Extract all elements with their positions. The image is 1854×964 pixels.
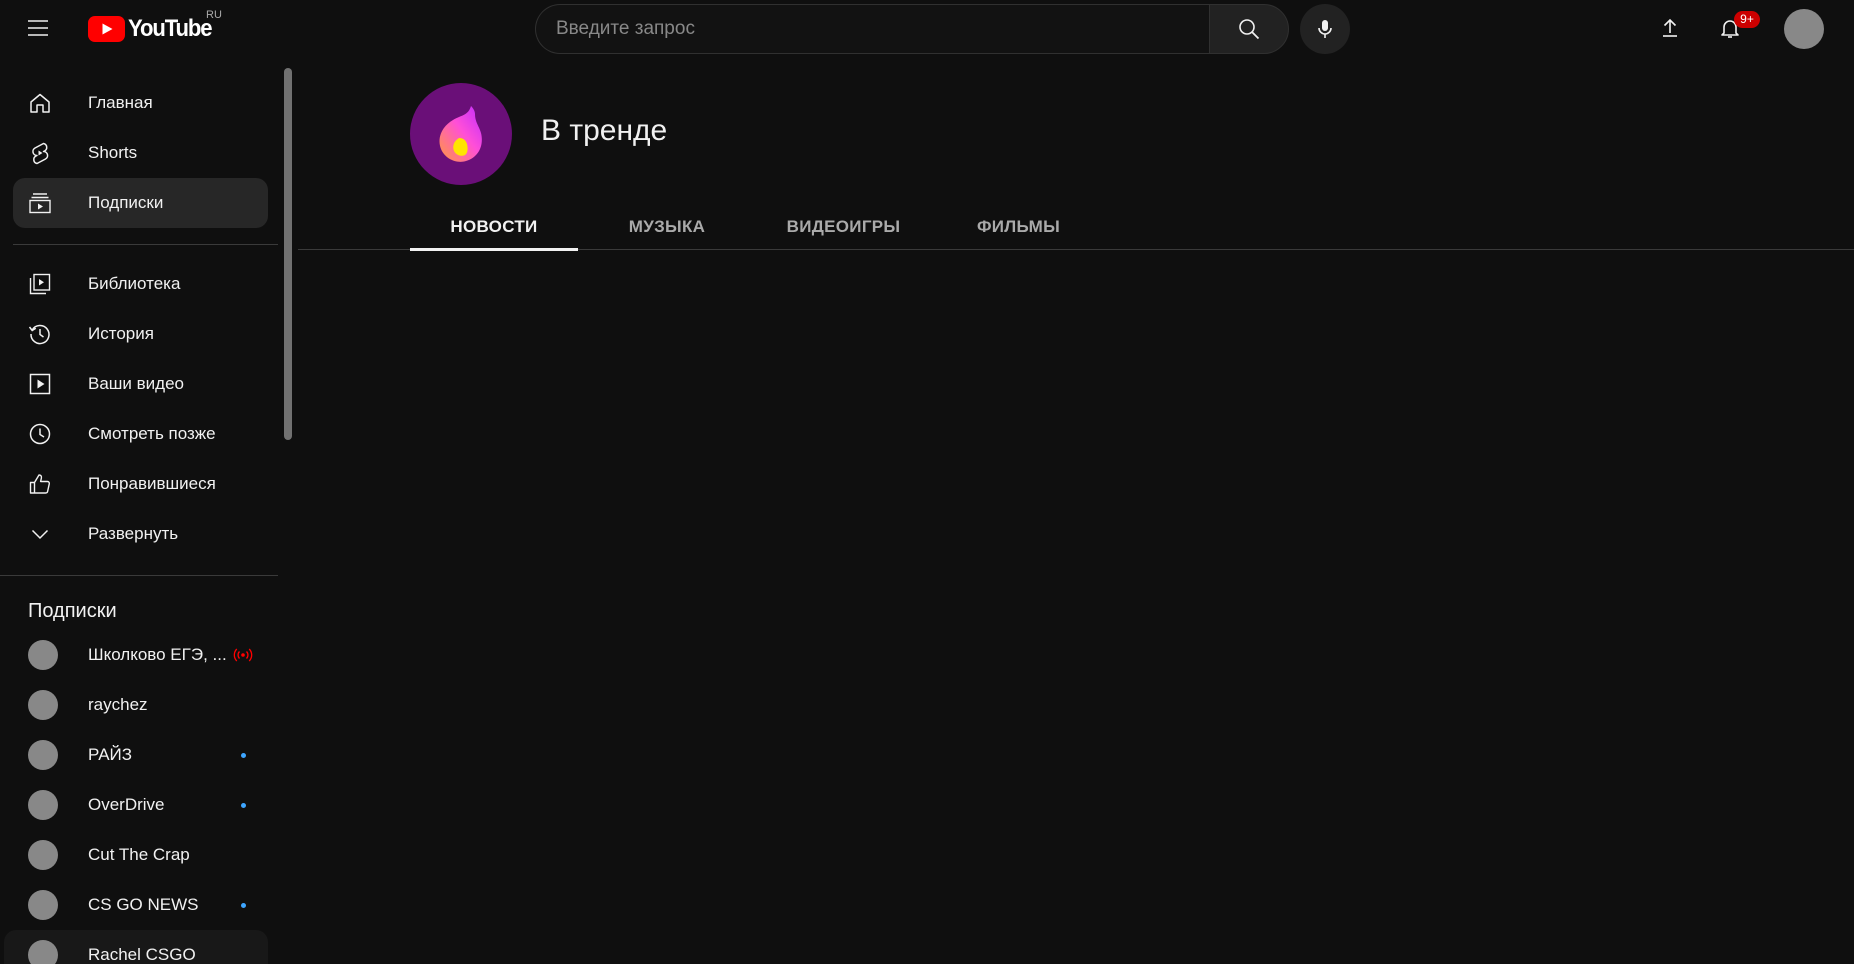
subscription-item[interactable]: OverDrive bbox=[13, 780, 268, 830]
sidebar-item-label: История bbox=[88, 324, 154, 343]
new-content-dot bbox=[241, 903, 246, 908]
sidebar-item-subscriptions[interactable]: Подписки bbox=[13, 178, 268, 228]
sidebar-divider bbox=[0, 575, 278, 576]
sidebar-item-liked[interactable]: Понравившиеся bbox=[13, 459, 268, 509]
category-tabs: НОВОСТИ МУЗЫКА ВИДЕОИГРЫ ФИЛЬМЫ bbox=[298, 204, 1854, 251]
upload-button[interactable] bbox=[1646, 8, 1694, 48]
sidebar-item-label: Понравившиеся bbox=[88, 474, 216, 493]
tab-label: ФИЛЬМЫ bbox=[976, 216, 1061, 236]
notifications-button[interactable]: 9+ bbox=[1706, 8, 1760, 48]
sidebar-item-label: Подписки bbox=[88, 193, 164, 212]
channel-avatar bbox=[28, 640, 58, 670]
channel-avatar bbox=[28, 790, 58, 820]
channel-avatar bbox=[28, 890, 58, 920]
youtube-play-logo-icon bbox=[88, 16, 125, 42]
sidebar-item-your-videos[interactable]: Ваши видео bbox=[13, 359, 268, 409]
sidebar-item-home[interactable]: Главная bbox=[13, 78, 268, 128]
subscription-item[interactable]: raychez bbox=[13, 680, 268, 730]
watch-later-icon bbox=[28, 422, 52, 446]
channel-name: Rachel CSGO bbox=[88, 945, 196, 964]
account-avatar[interactable] bbox=[1784, 9, 1824, 49]
masthead: YouTube RU 9+ bbox=[0, 0, 1854, 56]
subscriptions-heading: Подписки bbox=[28, 600, 117, 622]
sidebar: Главная Shorts Подписки Библиотека Истор… bbox=[0, 56, 280, 964]
subscription-item[interactable]: Rachel CSGO bbox=[4, 930, 268, 964]
channel-name: Школково ЕГЭ, ... bbox=[88, 645, 227, 664]
new-content-dot bbox=[241, 753, 246, 758]
search-button[interactable] bbox=[1209, 4, 1289, 54]
youtube-logo[interactable]: YouTube RU bbox=[88, 9, 222, 44]
upload-icon bbox=[1658, 16, 1682, 40]
live-broadcast-icon bbox=[233, 646, 253, 664]
sidebar-item-library[interactable]: Библиотека bbox=[13, 259, 268, 309]
thumbs-up-icon bbox=[28, 472, 52, 496]
sidebar-item-label: Shorts bbox=[88, 143, 138, 162]
tab-movies[interactable]: ФИЛЬМЫ bbox=[931, 204, 1106, 249]
tab-videogames[interactable]: ВИДЕОИГРЫ bbox=[756, 204, 931, 249]
sidebar-item-history[interactable]: История bbox=[13, 309, 268, 359]
shorts-icon bbox=[28, 141, 52, 165]
subscription-item[interactable]: РАЙЗ bbox=[13, 730, 268, 780]
country-code: RU bbox=[206, 9, 222, 21]
sidebar-item-shorts[interactable]: Shorts bbox=[13, 128, 268, 178]
sidebar-item-watch-later[interactable]: Смотреть позже bbox=[13, 409, 268, 459]
new-content-dot bbox=[241, 803, 246, 808]
channel-name: CS GO NEWS bbox=[88, 895, 199, 914]
sidebar-item-label: Главная bbox=[88, 93, 153, 112]
sidebar-item-label: Библиотека bbox=[88, 274, 181, 293]
sidebar-item-label: Ваши видео bbox=[88, 374, 185, 393]
notifications-badge: 9+ bbox=[1734, 11, 1760, 28]
hamburger-menu-icon bbox=[26, 16, 50, 40]
sidebar-item-label: Развернуть bbox=[88, 524, 179, 543]
search-icon bbox=[1237, 17, 1261, 41]
logo-wordmark: YouTube bbox=[128, 15, 213, 42]
menu-button[interactable] bbox=[18, 8, 58, 48]
channel-avatar bbox=[28, 940, 58, 964]
tab-label: МУЗЫКА bbox=[628, 216, 706, 236]
search-box bbox=[535, 4, 1289, 54]
channel-avatar bbox=[28, 840, 58, 870]
library-icon bbox=[28, 272, 52, 296]
search-input[interactable] bbox=[535, 4, 1209, 54]
channel-name: РАЙЗ bbox=[88, 745, 133, 764]
sidebar-scrollbar[interactable] bbox=[284, 68, 292, 440]
channel-name: Cut The Crap bbox=[88, 845, 190, 864]
subscription-item[interactable]: Школково ЕГЭ, ... bbox=[13, 630, 268, 680]
sidebar-divider bbox=[13, 244, 278, 245]
voice-search-button[interactable] bbox=[1300, 4, 1350, 54]
tab-label: ВИДЕОИГРЫ bbox=[786, 216, 901, 236]
subscriptions-icon bbox=[28, 191, 52, 215]
subscription-item[interactable]: Cut The Crap bbox=[13, 830, 268, 880]
channel-name: OverDrive bbox=[88, 795, 165, 814]
home-icon bbox=[28, 91, 52, 115]
channel-avatar bbox=[28, 740, 58, 770]
page-title: В тренде bbox=[541, 114, 668, 147]
history-icon bbox=[28, 322, 52, 346]
sidebar-item-label: Смотреть позже bbox=[88, 424, 216, 443]
trending-flame-icon bbox=[431, 102, 491, 166]
tab-label: НОВОСТИ bbox=[450, 216, 538, 236]
tab-music[interactable]: МУЗЫКА bbox=[578, 204, 756, 249]
sidebar-item-expand[interactable]: Развернуть bbox=[13, 509, 268, 559]
trending-logo bbox=[410, 83, 512, 185]
chevron-down-icon bbox=[28, 522, 52, 546]
channel-avatar bbox=[28, 690, 58, 720]
microphone-icon bbox=[1313, 17, 1337, 41]
tab-news[interactable]: НОВОСТИ bbox=[410, 204, 578, 251]
subscription-item[interactable]: CS GO NEWS bbox=[13, 880, 268, 930]
your-videos-icon bbox=[28, 372, 52, 396]
channel-name: raychez bbox=[88, 695, 148, 714]
